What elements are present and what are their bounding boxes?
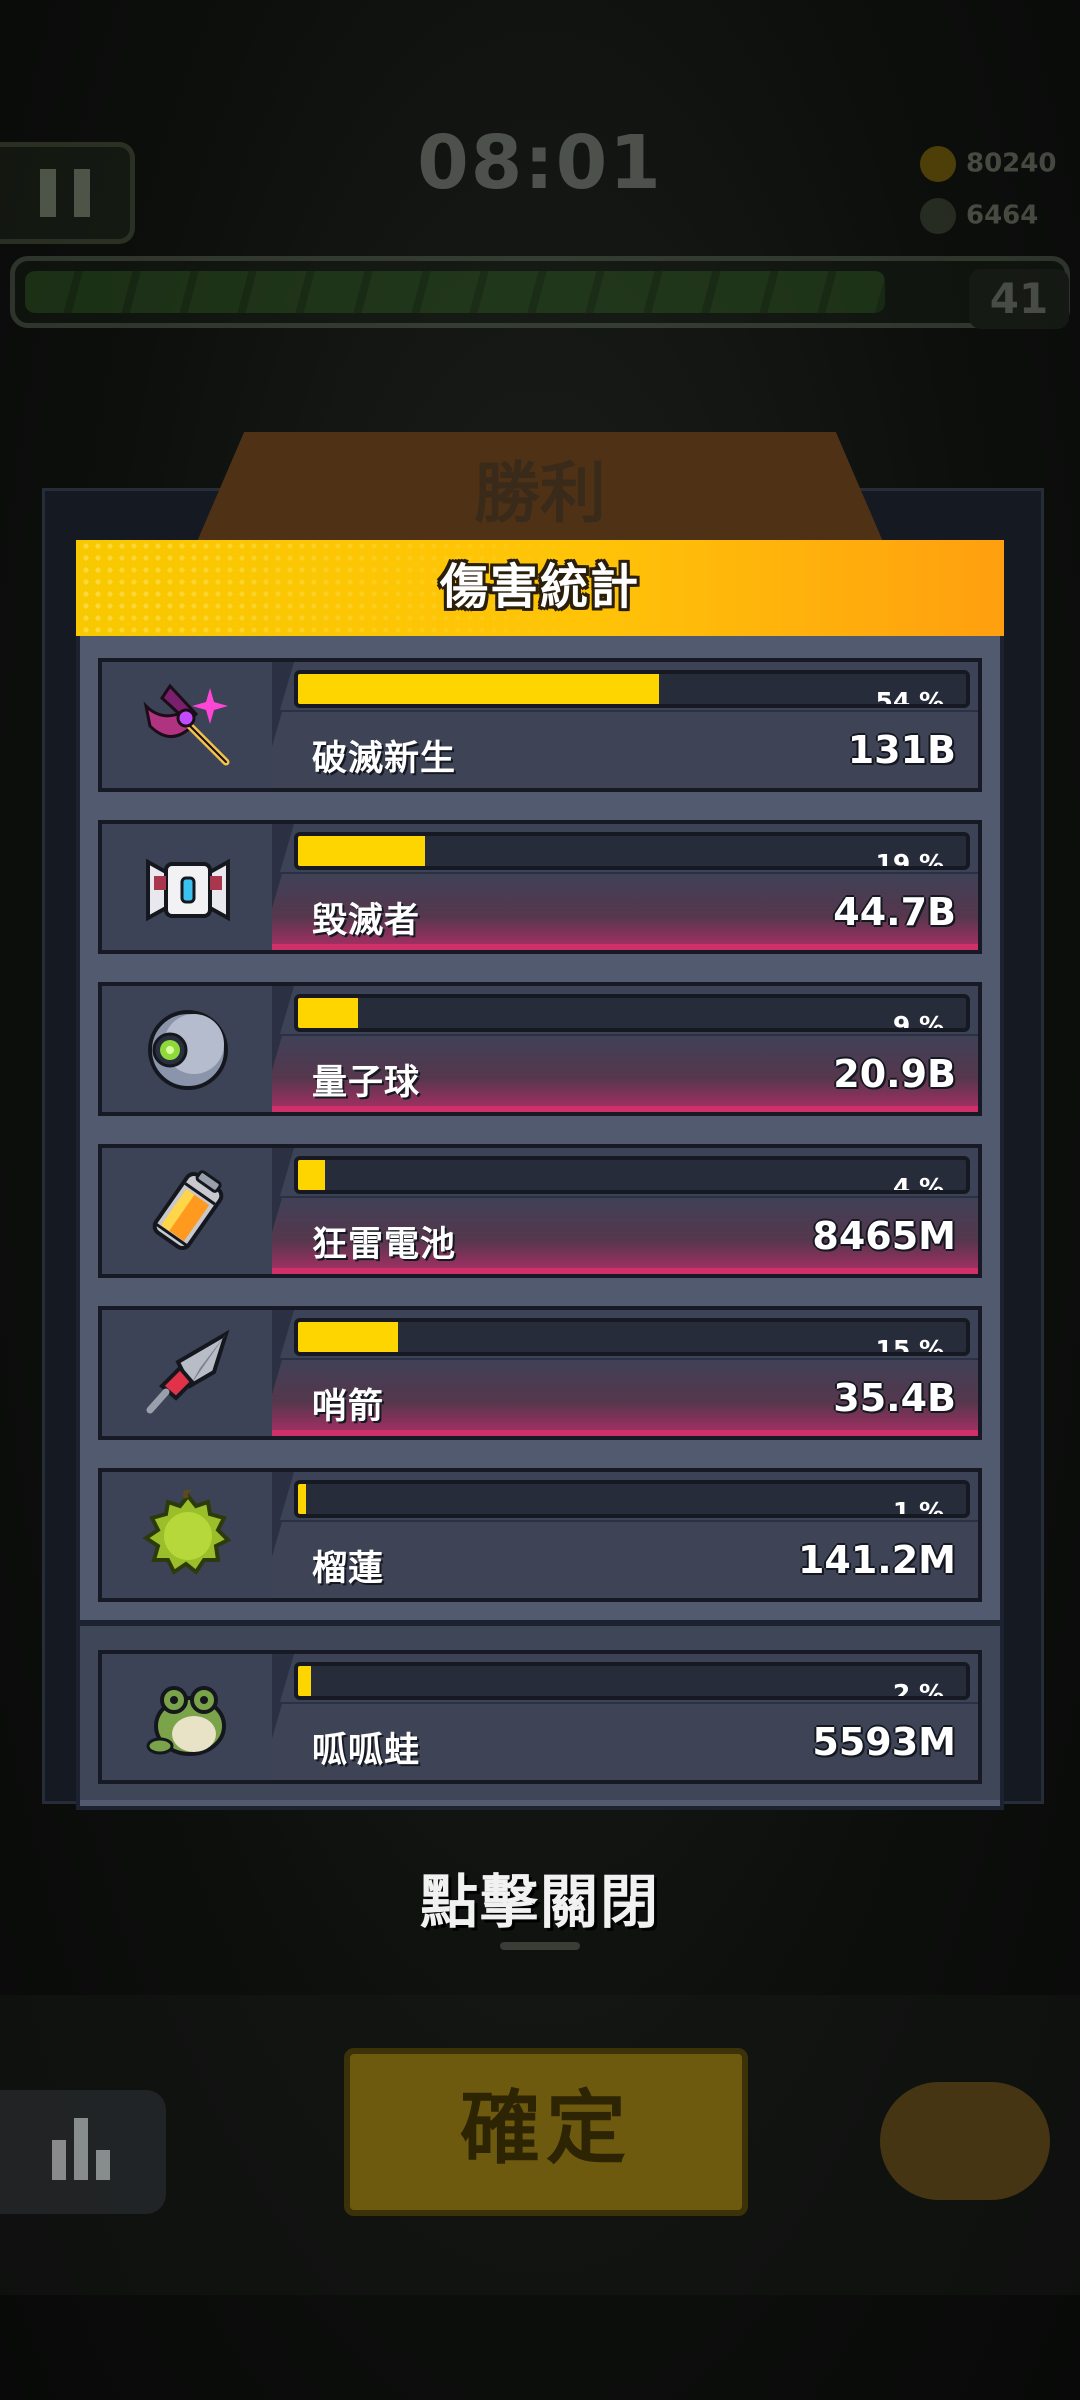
damage-bar: 2 % xyxy=(294,1662,970,1700)
weapon-name: 狂雷電池 xyxy=(312,1225,457,1265)
damage-bar: 4 % xyxy=(294,1156,970,1194)
damage-bar: 1 % xyxy=(294,1480,970,1518)
weapon-name: 量子球 xyxy=(312,1063,421,1103)
row-icon-cell xyxy=(102,1148,272,1274)
damage-bar: 54 % xyxy=(294,670,970,708)
frog-icon xyxy=(140,1672,236,1762)
damage-value: 20.9B xyxy=(833,1052,956,1096)
damage-percent: 1 % xyxy=(892,1497,944,1518)
row-icon-cell xyxy=(102,1654,272,1780)
coin-counter: 80240 xyxy=(920,146,1070,190)
confirm-button: 確定 xyxy=(344,2048,748,2216)
damage-bar-fill xyxy=(298,836,425,866)
damage-row: 19 % 毀滅者 44.7B xyxy=(98,820,982,954)
robot-head-icon xyxy=(140,842,236,932)
xp-bar: 41 xyxy=(10,256,1070,329)
row-icon-cell xyxy=(102,1310,272,1436)
damage-row: 54 % 破滅新生 131B xyxy=(98,658,982,792)
damage-value: 44.7B xyxy=(833,890,956,934)
weapon-name: 破滅新生 xyxy=(312,739,457,779)
damage-bar: 9 % xyxy=(294,994,970,1032)
close-hint-underline xyxy=(500,1942,580,1950)
tap-to-close[interactable]: 點擊關閉 xyxy=(0,1855,1080,1939)
battery-icon xyxy=(140,1166,236,1256)
damage-value: 141.2M xyxy=(797,1538,956,1582)
damage-bar-fill xyxy=(298,998,359,1028)
damage-value: 5593M xyxy=(812,1720,956,1764)
damage-bar: 15 % xyxy=(294,1318,970,1356)
skull-icon xyxy=(920,198,956,234)
damage-value: 35.4B xyxy=(833,1376,956,1420)
damage-row: 9 % 量子球 20.9B xyxy=(98,982,982,1116)
row-icon-cell xyxy=(102,986,272,1112)
purple-axe-icon xyxy=(140,680,236,770)
weapon-name: 哨箭 xyxy=(312,1387,385,1427)
section-divider xyxy=(80,1620,1000,1626)
damage-row: 4 % 狂雷電池 8465M xyxy=(98,1144,982,1278)
xp-fill xyxy=(25,271,885,313)
damage-percent: 4 % xyxy=(892,1173,944,1194)
arrowhead-icon xyxy=(140,1328,236,1418)
kill-value: 6464 xyxy=(966,200,1039,231)
damage-percent: 15 % xyxy=(875,1335,944,1356)
damage-bar-fill xyxy=(298,1666,312,1696)
victory-title: 勝利 xyxy=(474,455,606,532)
damage-bar-fill xyxy=(298,1322,399,1352)
row-icon-cell xyxy=(102,662,272,788)
kill-counter: 6464 xyxy=(920,198,1070,242)
damage-percent: 19 % xyxy=(875,849,944,870)
panel-title: 傷害統計 xyxy=(439,559,640,615)
piggy-bank-icon xyxy=(880,2082,1050,2200)
damage-bar-fill xyxy=(298,1160,325,1190)
coin-value: 80240 xyxy=(966,148,1057,179)
row-icon-cell xyxy=(102,824,272,950)
damage-row: 1 % 榴蓮 141.2M xyxy=(98,1468,982,1602)
weapon-name: 榴蓮 xyxy=(312,1549,385,1589)
damage-row: 2 % 呱呱蛙 5593M xyxy=(98,1650,982,1784)
damage-percent: 2 % xyxy=(892,1679,944,1700)
level-badge: 41 xyxy=(969,269,1069,329)
coin-icon xyxy=(920,146,956,182)
game-timer: 08:01 xyxy=(417,120,663,206)
damage-bar: 19 % xyxy=(294,832,970,870)
stats-button xyxy=(0,2090,166,2214)
quantum-orb-icon xyxy=(140,1004,236,1094)
damage-value: 8465M xyxy=(812,1214,956,1258)
damage-row: 15 % 哨箭 35.4B xyxy=(98,1306,982,1440)
damage-value: 131B xyxy=(847,728,956,772)
damage-bar-fill xyxy=(298,1484,307,1514)
damage-percent: 54 % xyxy=(875,687,944,708)
pause-button xyxy=(0,142,135,244)
weapon-name: 呱呱蛙 xyxy=(312,1731,421,1771)
damage-bar-fill xyxy=(298,674,659,704)
weapon-name: 毀滅者 xyxy=(312,901,421,941)
row-icon-cell xyxy=(102,1472,272,1598)
durian-icon xyxy=(140,1485,236,1580)
damage-percent: 9 % xyxy=(892,1011,944,1032)
